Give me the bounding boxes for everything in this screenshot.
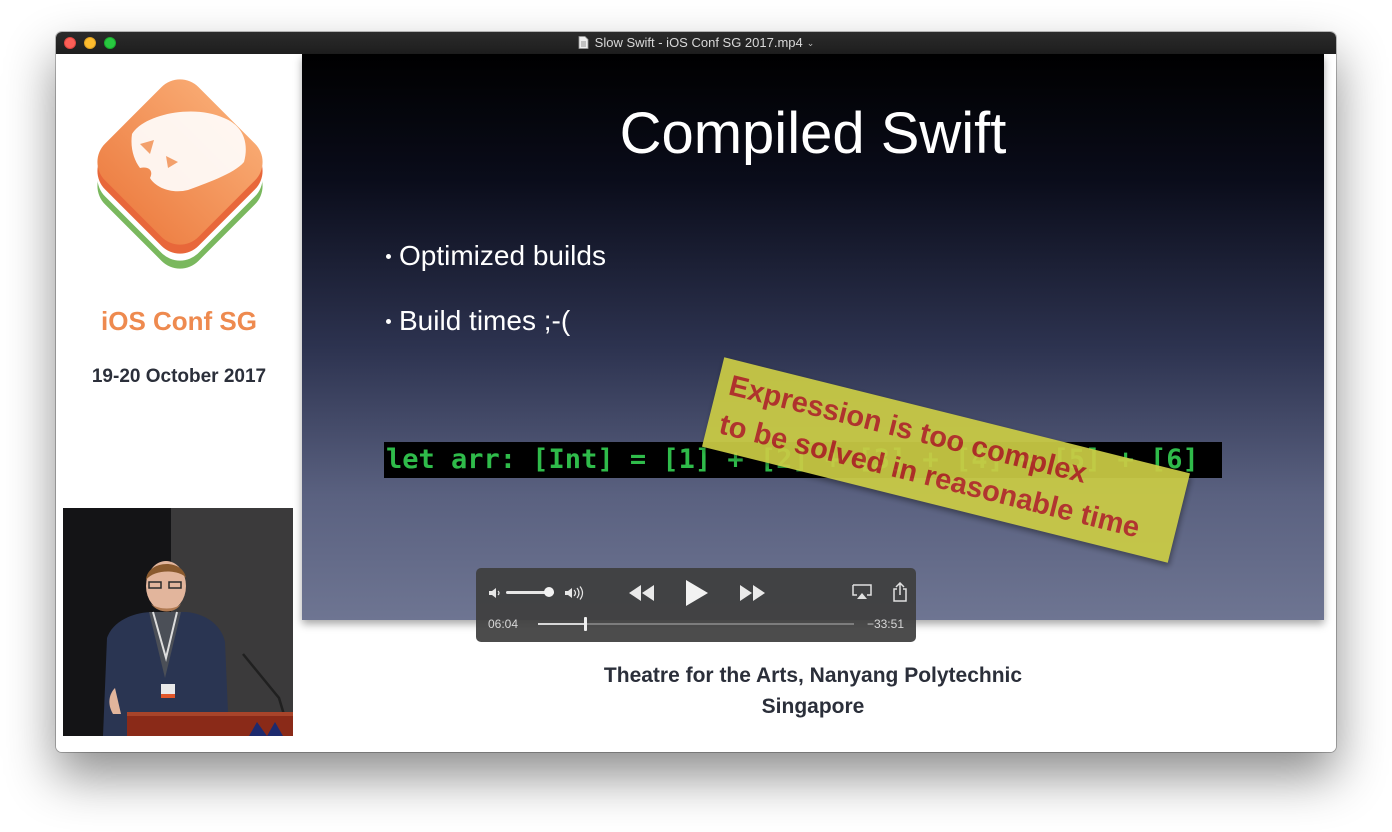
bullet-dot-icon (386, 254, 391, 259)
playback-controls[interactable]: 06:04 −33:51 (476, 568, 916, 642)
title-bar[interactable]: Slow Swift - iOS Conf SG 2017.mp4 ⌄ (56, 32, 1336, 55)
venue-line: Singapore (761, 695, 865, 718)
presentation-slide: Compiled Swift Optimized builds Build ti… (302, 54, 1324, 620)
fast-forward-icon[interactable] (738, 584, 766, 607)
volume-slider-thumb[interactable] (544, 587, 554, 597)
conference-name: iOS Conf SG (101, 306, 257, 336)
document-icon (578, 36, 589, 53)
conference-date: 19-20 October 2017 (91, 366, 267, 387)
slide-bullet: Build times ;-( (386, 305, 570, 337)
remaining-time: −33:51 (866, 617, 904, 631)
window-title[interactable]: Slow Swift - iOS Conf SG 2017.mp4 ⌄ (56, 35, 1336, 53)
rewind-icon[interactable] (628, 584, 656, 607)
speaker-video-inset (63, 508, 293, 736)
volume-high-icon[interactable] (564, 586, 586, 605)
chevron-down-icon[interactable]: ⌄ (807, 35, 815, 51)
venue-caption: Theatre for the Arts, Nanyang Polytechni… (302, 660, 1324, 722)
airplay-icon[interactable] (852, 584, 872, 605)
venue-line: Theatre for the Arts, Nanyang Polytechni… (603, 664, 1023, 687)
slide-bullet: Optimized builds (386, 240, 606, 272)
video-frame[interactable]: iOS Conf SG 19-20 October 2017 Compiled … (56, 54, 1336, 752)
conference-sidebar: iOS Conf SG 19-20 October 2017 (56, 54, 302, 752)
conference-logo (84, 74, 276, 274)
video-player-window: Slow Swift - iOS Conf SG 2017.mp4 ⌄ iOS … (56, 32, 1336, 752)
play-icon[interactable] (684, 579, 710, 612)
error-sticker: Expression is too complex to be solved i… (702, 357, 1190, 563)
window-title-text: Slow Swift - iOS Conf SG 2017.mp4 (594, 35, 803, 50)
bullet-dot-icon (386, 319, 391, 324)
volume-low-icon[interactable] (488, 586, 502, 605)
scrubber-playhead[interactable] (584, 617, 587, 631)
share-icon[interactable] (892, 581, 908, 607)
slide-title: Compiled Swift (619, 101, 1007, 166)
current-time: 06:04 (488, 617, 519, 631)
scrubber-progress (538, 623, 585, 625)
